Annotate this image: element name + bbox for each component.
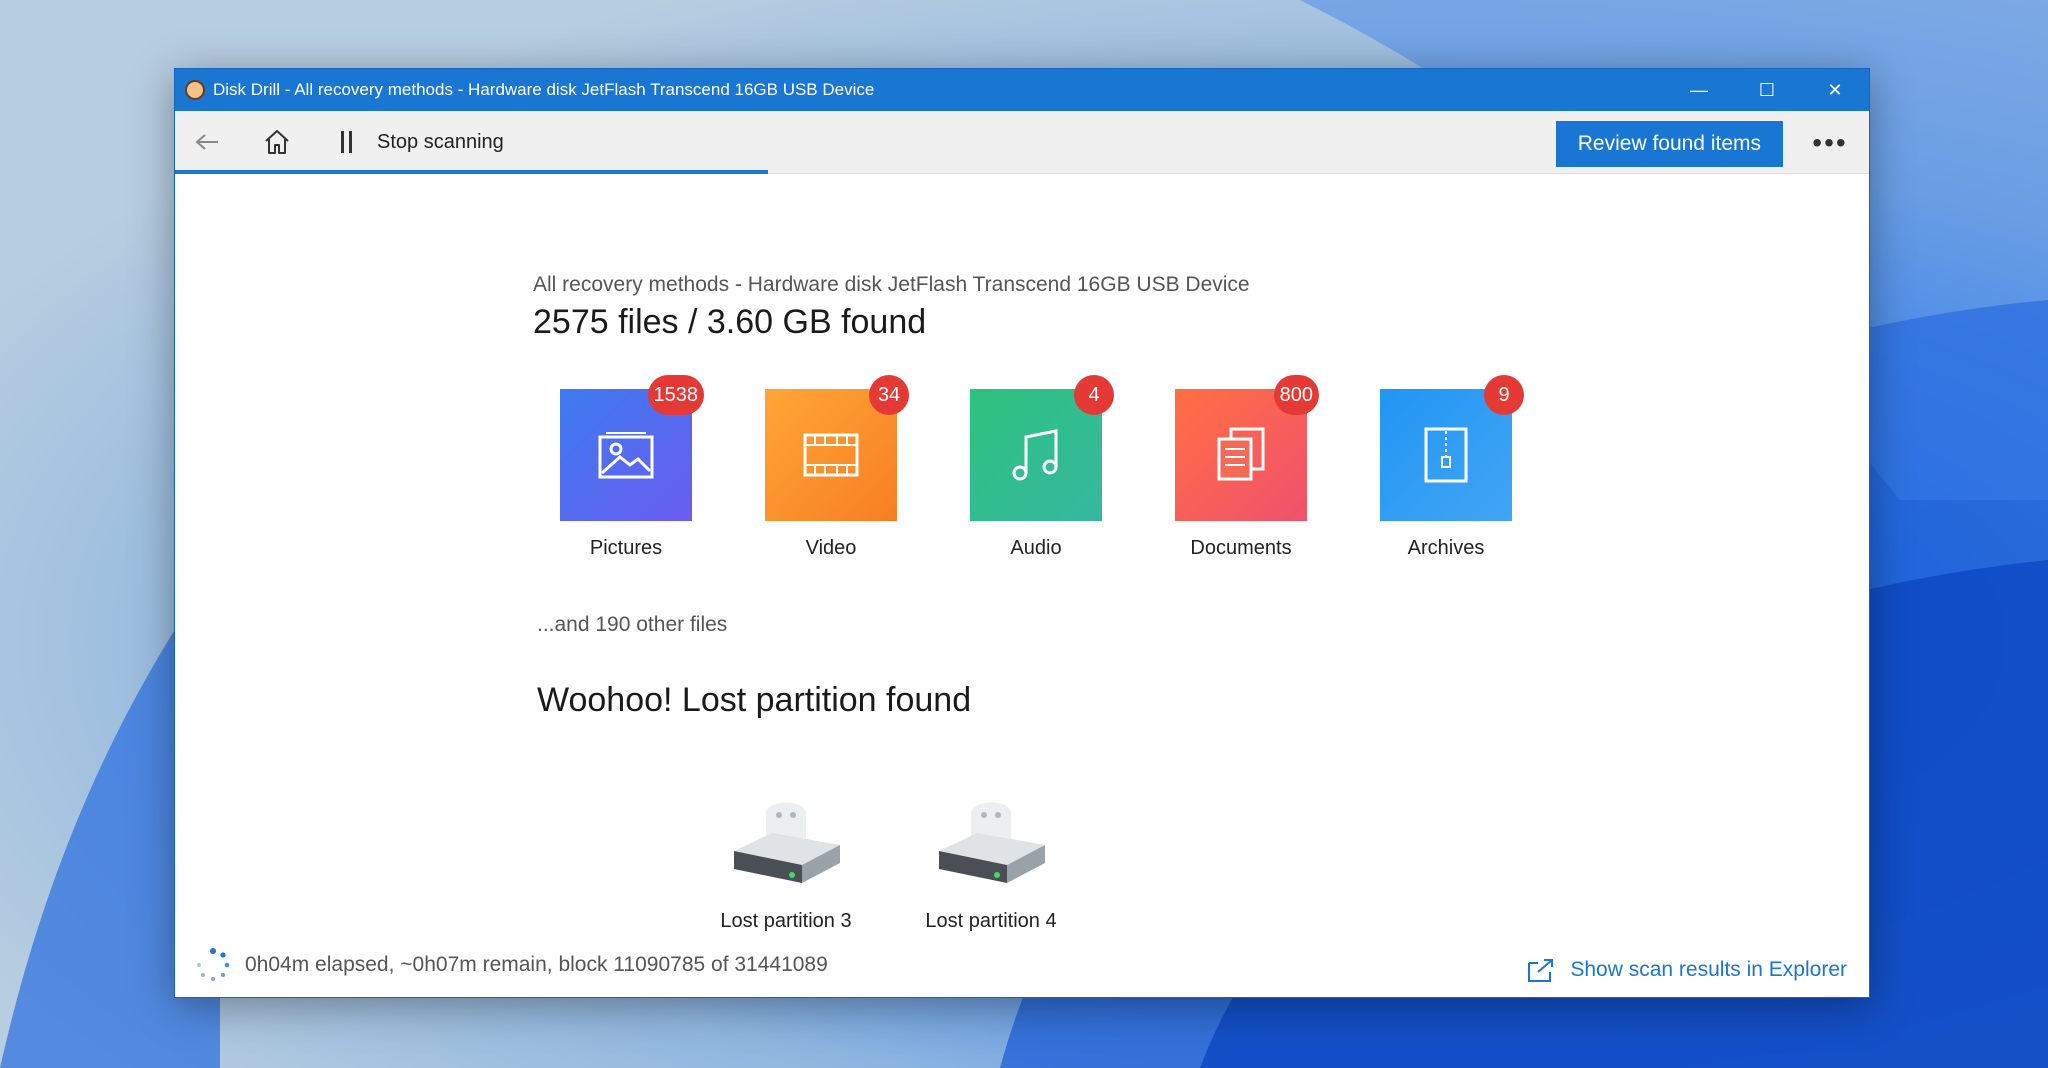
count-badge: 1538 bbox=[647, 375, 704, 415]
maximize-button[interactable]: ☐ bbox=[1733, 69, 1801, 111]
disk-drill-logo-icon bbox=[185, 80, 205, 100]
more-options-icon[interactable]: ••• bbox=[1805, 123, 1855, 163]
category-tile: 9 bbox=[1380, 375, 1524, 521]
category-tile: 34 bbox=[765, 375, 909, 521]
stop-scanning-button[interactable]: Stop scanning bbox=[377, 131, 504, 154]
review-found-items-button[interactable]: Review found items bbox=[1555, 121, 1783, 167]
back-arrow-icon[interactable] bbox=[187, 122, 227, 162]
category-archives[interactable]: 9 Archives bbox=[1366, 375, 1526, 560]
main-content: All recovery methods - Hardware disk Jet… bbox=[175, 175, 1869, 997]
archive-icon bbox=[1424, 427, 1468, 483]
count-badge: 4 bbox=[1074, 375, 1114, 415]
app-window: Disk Drill - All recovery methods - Hard… bbox=[174, 68, 1870, 998]
ghost-drive-icon bbox=[939, 802, 1045, 883]
lost-partition-3[interactable]: Lost partition 3 bbox=[701, 793, 871, 933]
title-bar: Disk Drill - All recovery methods - Hard… bbox=[175, 69, 1869, 111]
scan-progress-bar bbox=[175, 170, 768, 174]
count-badge: 800 bbox=[1273, 375, 1319, 415]
image-icon bbox=[598, 432, 654, 479]
external-open-icon bbox=[1528, 959, 1554, 982]
category-label: Video bbox=[805, 537, 857, 559]
category-tile: 4 bbox=[970, 375, 1114, 521]
category-label: Pictures bbox=[589, 537, 663, 559]
ghost-drive-icon bbox=[734, 802, 840, 883]
scan-status: 0h04m elapsed, ~0h07m remain, block 1109… bbox=[195, 947, 828, 983]
files-found-headline: 2575 files / 3.60 GB found bbox=[533, 303, 927, 341]
partition-label: Lost partition 4 bbox=[925, 910, 1057, 932]
count-badge: 9 bbox=[1484, 375, 1524, 415]
documents-icon bbox=[1217, 427, 1265, 481]
count-badge: 34 bbox=[869, 375, 909, 415]
spinner-icon bbox=[197, 948, 230, 981]
category-label: Archives bbox=[1407, 537, 1485, 559]
toolbar: Stop scanning Review found items ••• bbox=[175, 111, 1869, 174]
category-label: Documents bbox=[1190, 537, 1292, 559]
partition-label: Lost partition 3 bbox=[720, 910, 852, 932]
window-controls: — ☐ ✕ bbox=[1665, 69, 1869, 111]
home-icon[interactable] bbox=[257, 122, 297, 162]
show-in-explorer-link[interactable]: Show scan results in Explorer bbox=[1526, 957, 1847, 983]
category-tile: 800 bbox=[1175, 375, 1319, 521]
category-pictures[interactable]: 1538 Pictures bbox=[546, 375, 706, 560]
close-button[interactable]: ✕ bbox=[1801, 69, 1869, 111]
explorer-link-label: Show scan results in Explorer bbox=[1570, 958, 1847, 981]
window-title: Disk Drill - All recovery methods - Hard… bbox=[213, 80, 875, 99]
other-files-link[interactable]: ...and 190 other files bbox=[537, 613, 727, 637]
category-documents[interactable]: 800 Documents bbox=[1161, 375, 1321, 560]
pause-icon[interactable] bbox=[327, 122, 367, 162]
category-video[interactable]: 34 Video bbox=[751, 375, 911, 560]
lost-partition-4[interactable]: Lost partition 4 bbox=[906, 793, 1076, 933]
category-tile: 1538 bbox=[560, 375, 704, 521]
category-label: Audio bbox=[1010, 537, 1062, 559]
category-audio[interactable]: 4 Audio bbox=[956, 375, 1116, 560]
scan-subtitle: All recovery methods - Hardware disk Jet… bbox=[533, 273, 1250, 296]
minimize-button[interactable]: — bbox=[1665, 69, 1733, 111]
lost-partition-title: Woohoo! Lost partition found bbox=[537, 681, 972, 719]
film-icon bbox=[803, 433, 859, 477]
music-note-icon bbox=[1012, 429, 1058, 481]
scan-status-text: 0h04m elapsed, ~0h07m remain, block 1109… bbox=[245, 953, 828, 976]
